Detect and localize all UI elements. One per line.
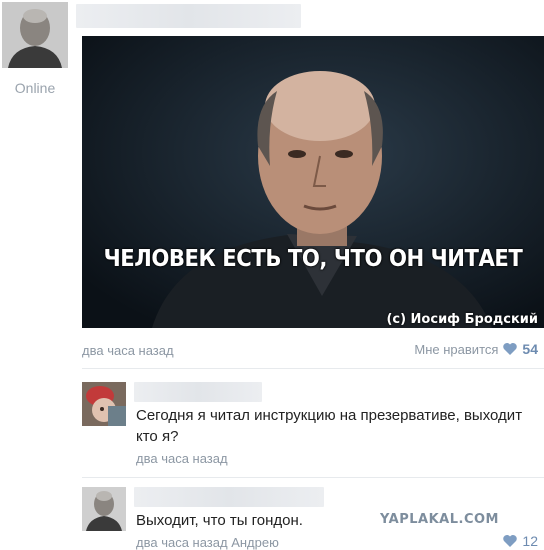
image-quote: ЧЕЛОВЕК ЕСТЬ ТО, ЧТО ОН ЧИТАЕТ — [103, 246, 523, 272]
comment-author-name-blurred[interactable] — [134, 487, 324, 507]
comment-like-count: 12 — [522, 533, 538, 549]
like-button[interactable]: Мне нравится 54 — [414, 341, 538, 357]
heart-icon — [503, 535, 518, 547]
comment-text: Выходит, что ты гондон. — [136, 512, 303, 529]
portrait-photo — [82, 36, 544, 328]
divider — [82, 477, 544, 478]
comment-author-name-blurred[interactable] — [134, 382, 262, 402]
comment-time-row: два часа назад Андрею — [136, 535, 279, 550]
post-image[interactable]: ЧЕЛОВЕК ЕСТЬ ТО, ЧТО ОН ЧИТАЕТ (с) Иосиф… — [82, 36, 544, 328]
comment-text: Сегодня я читал инструкцию на презервати… — [136, 407, 523, 445]
comment-like-button[interactable]: 12 — [502, 533, 538, 549]
heart-icon — [503, 343, 518, 355]
post-time-link[interactable]: два часа назад — [82, 343, 174, 358]
comment-time-link[interactable]: два часа назад — [136, 451, 228, 466]
comment-avatar[interactable] — [82, 487, 126, 531]
reply-to-link[interactable]: Андрею — [231, 535, 279, 550]
like-count: 54 — [522, 341, 538, 357]
author-name-blurred[interactable] — [76, 4, 301, 28]
comment-avatar[interactable] — [82, 382, 126, 426]
like-label: Мне нравится — [414, 341, 499, 357]
author-avatar[interactable] — [2, 2, 68, 68]
online-status: Online — [14, 80, 56, 96]
divider — [82, 368, 544, 369]
site-watermark: YAPLAKAL.COM — [380, 512, 499, 527]
image-credit: (с) Иосиф Бродский — [386, 312, 538, 327]
comment-time-link[interactable]: два часа назад — [136, 535, 228, 550]
